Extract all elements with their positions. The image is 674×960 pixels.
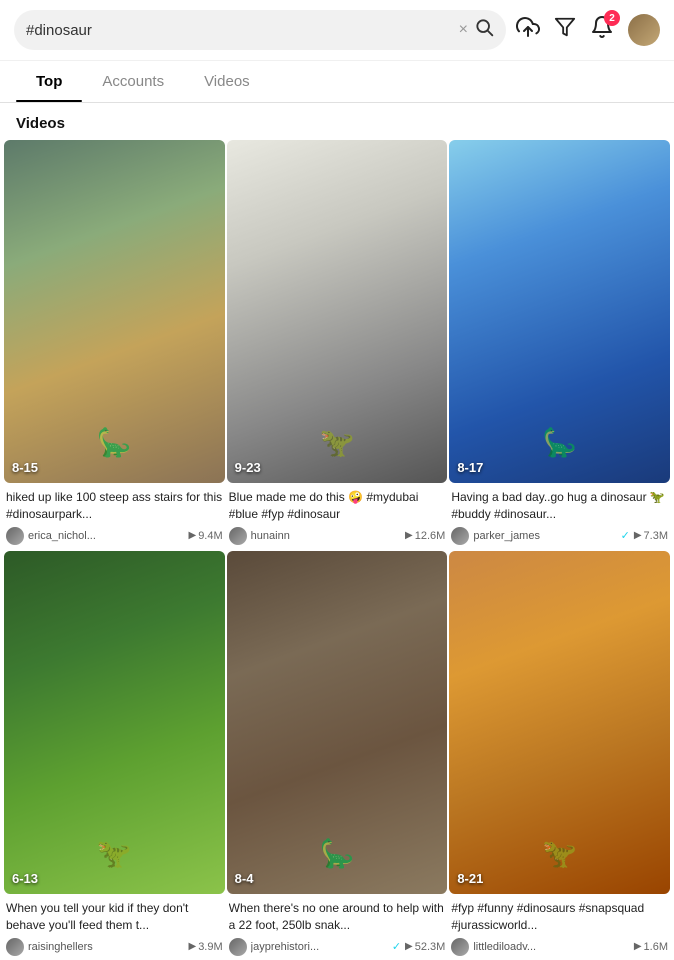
user-avatar-3 [6, 938, 24, 956]
video-meta-4: jayprehistori... ✓ ▶ 52.3M [229, 938, 446, 956]
user-avatar-1 [229, 527, 247, 545]
video-card-2[interactable]: 🦕 8-17 Having a bad day..go hug a dinosa… [449, 140, 670, 549]
notifications-icon[interactable]: 2 [590, 15, 614, 45]
play-icon-0: ▶ [188, 530, 196, 541]
play-count-area-3: ▶ 3.9M [188, 941, 222, 953]
video-meta-1: hunainn ▶ 12.6M [229, 527, 446, 545]
play-count-4: 52.3M [415, 941, 446, 953]
video-card-5[interactable]: 🦖 8-21 #fyp #funny #dinosaurs #snapsquad… [449, 551, 670, 960]
video-counter-5: 8-21 [457, 871, 483, 886]
username-2: parker_james [473, 530, 616, 542]
video-info-5: #fyp #funny #dinosaurs #snapsquad #juras… [449, 894, 670, 960]
user-avatar-2 [451, 527, 469, 545]
video-meta-5: littlediloadv... ▶ 1.6M [451, 938, 668, 956]
verified-icon-4: ✓ [392, 940, 401, 953]
video-desc-2: Having a bad day..go hug a dinosaur 🦖 #b… [451, 489, 668, 523]
video-desc-1: Blue made me do this 🤪 #mydubai #blue #f… [229, 489, 446, 523]
username-4: jayprehistori... [251, 941, 388, 953]
user-avatar-5 [451, 938, 469, 956]
play-count-area-2: ▶ 7.3M [634, 530, 668, 542]
username-1: hunainn [251, 530, 401, 542]
videos-section-title: Videos [0, 103, 674, 140]
play-count-0: 9.4M [198, 530, 222, 542]
video-desc-3: When you tell your kid if they don't beh… [6, 900, 223, 934]
search-input[interactable] [26, 22, 453, 39]
tabs: Top Accounts Videos [0, 61, 674, 103]
user-avatar-0 [6, 527, 24, 545]
video-desc-0: hiked up like 100 steep ass stairs for t… [6, 489, 223, 523]
verified-icon-2: ✓ [621, 529, 630, 542]
video-thumbnail-1: 🦖 9-23 [227, 140, 448, 483]
filter-icon[interactable] [554, 16, 576, 44]
video-card-4[interactable]: 🦕 8-4 When there's no one around to help… [227, 551, 448, 960]
video-meta-2: parker_james ✓ ▶ 7.3M [451, 527, 668, 545]
tab-videos[interactable]: Videos [184, 61, 270, 102]
video-counter-2: 8-17 [457, 460, 483, 475]
video-thumbnail-0: 🦕 8-15 [4, 140, 225, 483]
tab-accounts[interactable]: Accounts [82, 61, 184, 102]
video-desc-5: #fyp #funny #dinosaurs #snapsquad #juras… [451, 900, 668, 934]
header-icons: 2 [516, 14, 660, 46]
video-counter-1: 9-23 [235, 460, 261, 475]
video-counter-0: 8-15 [12, 460, 38, 475]
play-count-area-1: ▶ 12.6M [405, 530, 445, 542]
video-grid: 🦕 8-15 hiked up like 100 steep ass stair… [0, 140, 674, 960]
search-icon[interactable] [474, 17, 494, 43]
play-count-3: 3.9M [198, 941, 222, 953]
notification-badge: 2 [604, 10, 620, 26]
header: × 2 [0, 0, 674, 61]
video-info-4: When there's no one around to help with … [227, 894, 448, 960]
search-bar: × [14, 10, 506, 50]
video-info-1: Blue made me do this 🤪 #mydubai #blue #f… [227, 483, 448, 549]
video-desc-4: When there's no one around to help with … [229, 900, 446, 934]
play-count-area-4: ▶ 52.3M [405, 941, 445, 953]
play-icon-2: ▶ [634, 530, 642, 541]
play-icon-4: ▶ [405, 941, 413, 952]
play-icon-5: ▶ [634, 941, 642, 952]
video-info-2: Having a bad day..go hug a dinosaur 🦖 #b… [449, 483, 670, 549]
video-meta-0: erica_nichol... ▶ 9.4M [6, 527, 223, 545]
username-3: raisinghellers [28, 941, 184, 953]
video-info-0: hiked up like 100 steep ass stairs for t… [4, 483, 225, 549]
upload-icon[interactable] [516, 15, 540, 45]
video-card-1[interactable]: 🦖 9-23 Blue made me do this 🤪 #mydubai #… [227, 140, 448, 549]
video-meta-3: raisinghellers ▶ 3.9M [6, 938, 223, 956]
play-icon-3: ▶ [188, 941, 196, 952]
username-0: erica_nichol... [28, 530, 184, 542]
play-count-2: 7.3M [644, 530, 668, 542]
clear-icon[interactable]: × [459, 21, 468, 39]
username-5: littlediloadv... [473, 941, 630, 953]
video-info-3: When you tell your kid if they don't beh… [4, 894, 225, 960]
play-count-area-5: ▶ 1.6M [634, 941, 668, 953]
video-counter-4: 8-4 [235, 871, 254, 886]
video-counter-3: 6-13 [12, 871, 38, 886]
play-count-area-0: ▶ 9.4M [188, 530, 222, 542]
avatar[interactable] [628, 14, 660, 46]
video-thumbnail-5: 🦖 8-21 [449, 551, 670, 894]
video-thumbnail-4: 🦕 8-4 [227, 551, 448, 894]
play-icon-1: ▶ [405, 530, 413, 541]
video-thumbnail-2: 🦕 8-17 [449, 140, 670, 483]
play-count-5: 1.6M [644, 941, 668, 953]
video-card-0[interactable]: 🦕 8-15 hiked up like 100 steep ass stair… [4, 140, 225, 549]
user-avatar-4 [229, 938, 247, 956]
play-count-1: 12.6M [415, 530, 446, 542]
video-card-3[interactable]: 🦖 6-13 When you tell your kid if they do… [4, 551, 225, 960]
tab-top[interactable]: Top [16, 61, 82, 102]
video-thumbnail-3: 🦖 6-13 [4, 551, 225, 894]
